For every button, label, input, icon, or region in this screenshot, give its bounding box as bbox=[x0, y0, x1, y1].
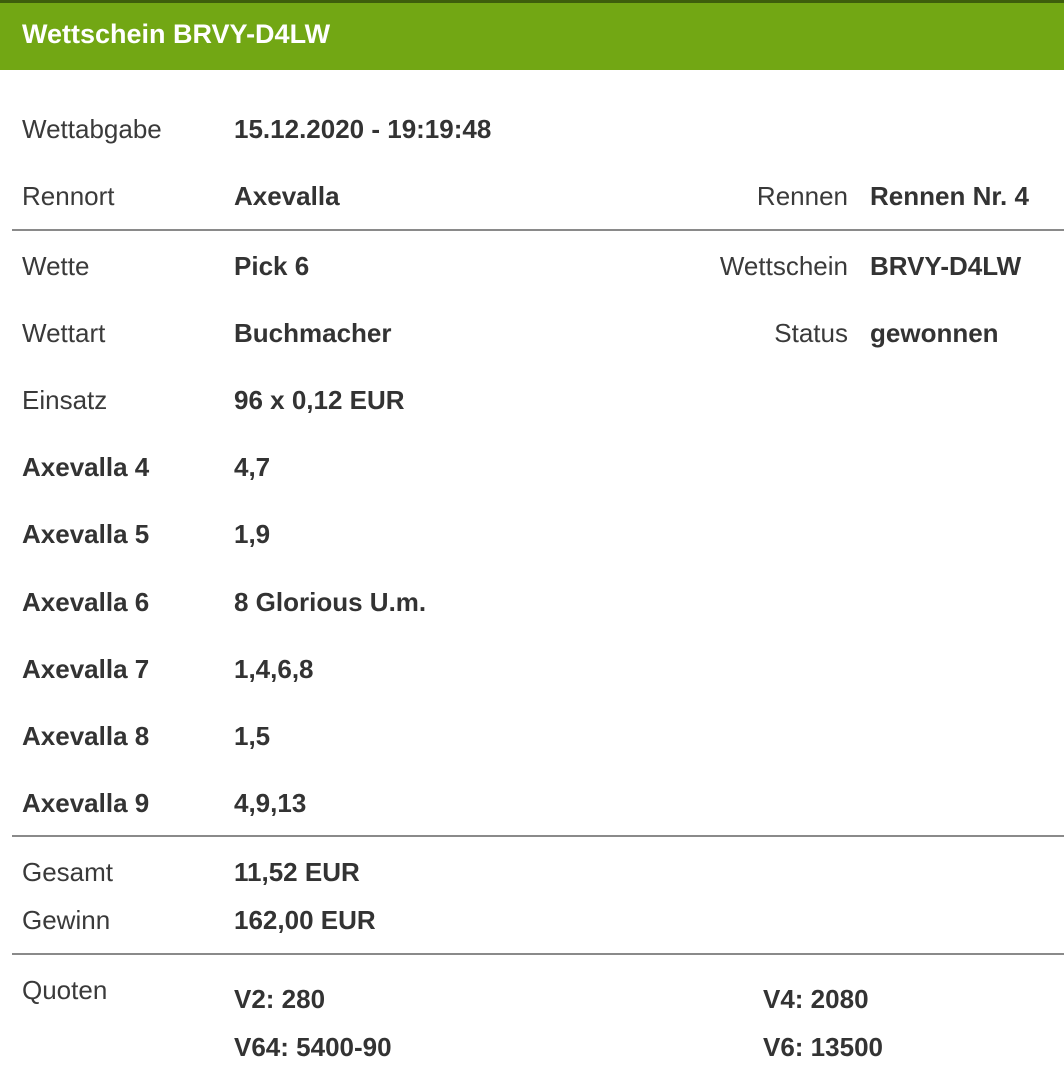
wettart-label: Wettart bbox=[22, 318, 106, 348]
einsatz-value: 96 x 0,12 EUR bbox=[234, 385, 405, 415]
quote-item: V6: 13500 bbox=[763, 1032, 883, 1062]
rennen-value: Rennen Nr. 4 bbox=[870, 181, 1029, 211]
wette-value: Pick 6 bbox=[234, 251, 310, 281]
wette-label: Wette bbox=[22, 251, 90, 281]
gewinn-label: Gewinn bbox=[22, 905, 111, 935]
leg-race: Axevalla 8 bbox=[22, 721, 150, 751]
leg-selection: 4,7 bbox=[234, 452, 271, 482]
wettschein-value: BRVY-D4LW bbox=[870, 251, 1022, 281]
gewinn-value: 162,00 EUR bbox=[234, 905, 376, 935]
leg-selection: 8 Glorious U.m. bbox=[234, 587, 427, 617]
status-value: gewonnen bbox=[870, 318, 999, 348]
leg-race: Axevalla 7 bbox=[22, 654, 150, 684]
wettschein-label: Wettschein bbox=[719, 251, 848, 281]
leg-race: Axevalla 9 bbox=[22, 788, 150, 818]
quote-item: V64: 5400-90 bbox=[234, 1032, 392, 1062]
leg-race: Axevalla 6 bbox=[22, 587, 150, 617]
leg-selection: 1,5 bbox=[234, 721, 271, 751]
leg-selection: 1,4,6,8 bbox=[234, 654, 314, 684]
leg-race: Axevalla 4 bbox=[22, 452, 150, 482]
status-label: Status bbox=[774, 318, 848, 348]
divider-top bbox=[12, 229, 1064, 231]
rennort-value: Axevalla bbox=[234, 181, 340, 211]
leg-race: Axevalla 5 bbox=[22, 519, 150, 549]
wettart-value: Buchmacher bbox=[234, 318, 392, 348]
quote-item: V4: 2080 bbox=[763, 984, 869, 1014]
leg-selection: 1,9 bbox=[234, 519, 271, 549]
gesamt-value: 11,52 EUR bbox=[234, 857, 360, 887]
quote-item: V2: 280 bbox=[234, 984, 326, 1014]
rennort-label: Rennort bbox=[22, 181, 115, 211]
leg-selection: 4,9,13 bbox=[234, 788, 307, 818]
wettabgabe-label: Wettabgabe bbox=[22, 114, 162, 144]
wettabgabe-value: 15.12.2020 - 19:19:48 bbox=[234, 114, 492, 144]
ticket-header: Wettschein BRVY-D4LW bbox=[0, 0, 1064, 70]
divider-bottom bbox=[12, 953, 1064, 955]
rennen-label: Rennen bbox=[756, 181, 848, 211]
divider-middle bbox=[12, 835, 1064, 837]
gesamt-label: Gesamt bbox=[22, 857, 114, 887]
einsatz-label: Einsatz bbox=[22, 385, 108, 415]
ticket-title: Wettschein BRVY-D4LW bbox=[22, 19, 331, 49]
quoten-label: Quoten bbox=[22, 975, 108, 1005]
